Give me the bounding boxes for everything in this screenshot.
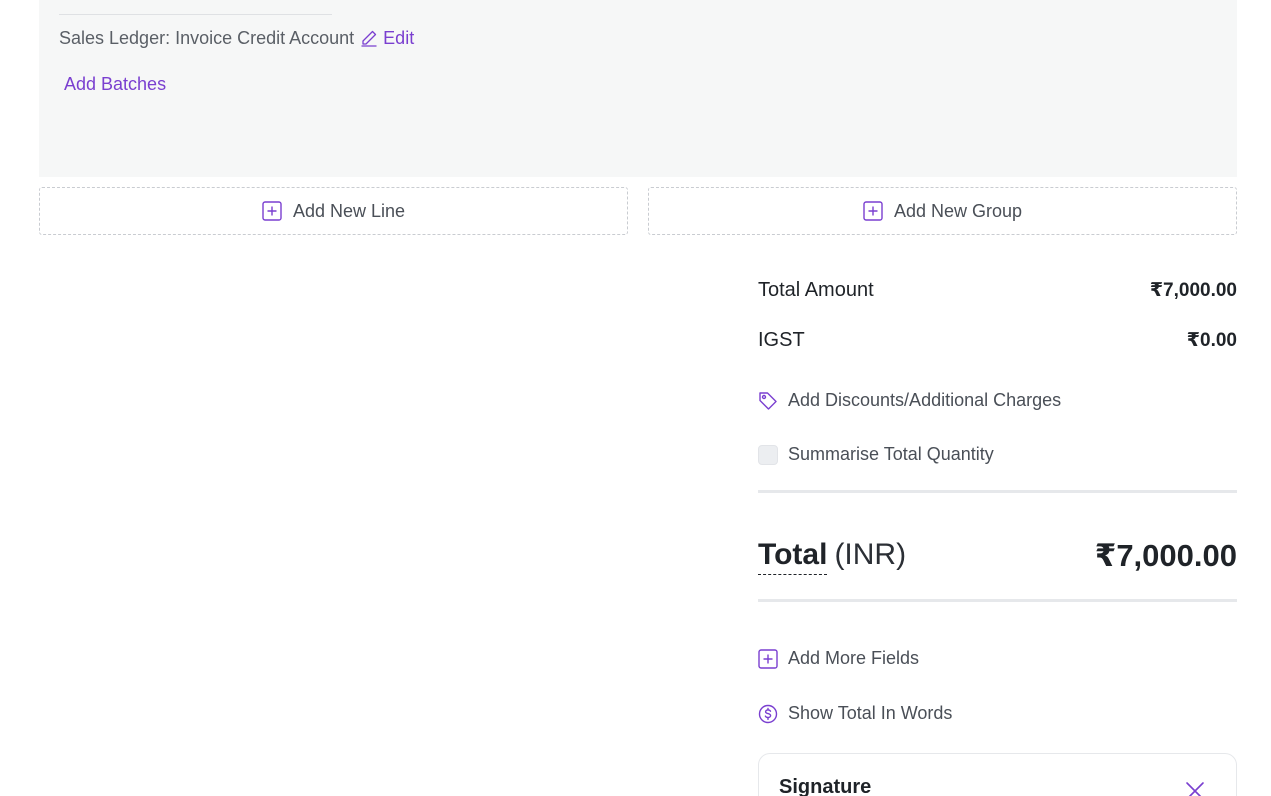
add-new-line-label: Add New Line	[292, 200, 406, 221]
signature-card: Signature	[758, 753, 1237, 796]
total-amount-label: Total Amount	[758, 278, 874, 301]
edit-ledger-link[interactable]: Edit	[360, 28, 414, 49]
total-currency: (INR)	[834, 537, 907, 571]
grand-total-row: Total (INR) ₹7,000.00	[758, 534, 1237, 578]
summarise-label: Summarise Total Quantity	[788, 444, 994, 464]
igst-value: ₹0.00	[1186, 329, 1237, 351]
add-more-fields-link[interactable]: Add More Fields	[758, 648, 919, 669]
grand-total-value: ₹7,000.00	[1094, 538, 1237, 573]
add-new-group-label: Add New Group	[893, 200, 1023, 221]
summary-panel: Total Amount ₹7,000.00 IGST ₹0.00	[758, 270, 1237, 360]
pencil-icon	[361, 30, 377, 47]
item-panel: Sales Ledger: Invoice Credit Account Edi…	[39, 0, 1237, 177]
add-more-fields-label: Add More Fields	[788, 648, 920, 668]
plus-square-icon	[758, 648, 778, 669]
summarise-checkbox[interactable]	[758, 444, 778, 465]
panel-divider	[59, 14, 332, 15]
edit-label: Edit	[383, 27, 415, 48]
igst-label: IGST	[758, 328, 805, 351]
add-new-group-button[interactable]: Add New Group	[648, 187, 1237, 235]
summarise-quantity-option[interactable]: Summarise Total Quantity	[758, 444, 994, 465]
igst-row: IGST ₹0.00	[758, 320, 1237, 360]
invoice-page: Sales Ledger: Invoice Credit Account Edi…	[0, 0, 1271, 796]
dollar-circle-icon	[758, 704, 778, 723]
grand-total-label: Total (INR)	[758, 538, 906, 575]
show-total-words-label: Show Total In Words	[788, 703, 953, 723]
sales-ledger-row: Sales Ledger: Invoice Credit Account Edi…	[59, 27, 414, 49]
summary-divider-top	[758, 490, 1237, 493]
add-batches-link[interactable]: Add Batches	[64, 74, 166, 95]
sales-ledger-label: Sales Ledger: Invoice Credit Account	[59, 27, 355, 48]
summary-divider-bottom	[758, 599, 1237, 602]
plus-square-icon	[262, 201, 282, 221]
total-amount-row: Total Amount ₹7,000.00	[758, 270, 1237, 310]
add-discounts-label: Add Discounts/Additional Charges	[788, 390, 1062, 410]
tag-icon	[759, 391, 777, 410]
total-label[interactable]: Total	[758, 538, 828, 575]
show-total-in-words-link[interactable]: Show Total In Words	[758, 703, 952, 724]
total-amount-value: ₹7,000.00	[1149, 279, 1237, 301]
add-discounts-link[interactable]: Add Discounts/Additional Charges	[758, 390, 1061, 411]
signature-title: Signature	[779, 776, 872, 796]
add-new-line-button[interactable]: Add New Line	[39, 187, 628, 235]
close-icon[interactable]	[1184, 780, 1206, 796]
plus-square-icon	[863, 201, 883, 221]
